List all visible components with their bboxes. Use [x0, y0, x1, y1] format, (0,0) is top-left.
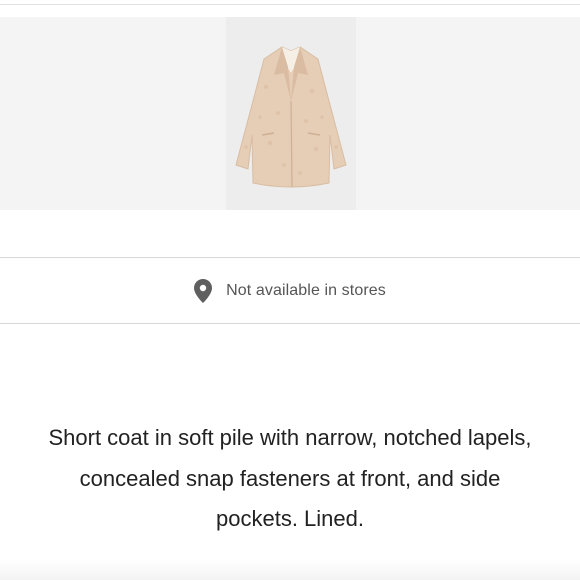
product-image-strip — [0, 17, 580, 210]
top-divider — [0, 4, 580, 5]
availability-text: Not available in stores — [226, 281, 386, 299]
teddy-coat-image — [226, 17, 356, 210]
product-description: Short coat in soft pile with narrow, not… — [48, 425, 532, 531]
product-detail-page: Not available in stores Short coat in so… — [0, 0, 580, 580]
product-image[interactable] — [226, 17, 356, 210]
location-pin-icon — [194, 278, 213, 303]
store-availability[interactable]: Not available in stores — [0, 258, 580, 323]
bottom-shade — [0, 560, 580, 580]
section-divider-bottom — [0, 323, 580, 324]
